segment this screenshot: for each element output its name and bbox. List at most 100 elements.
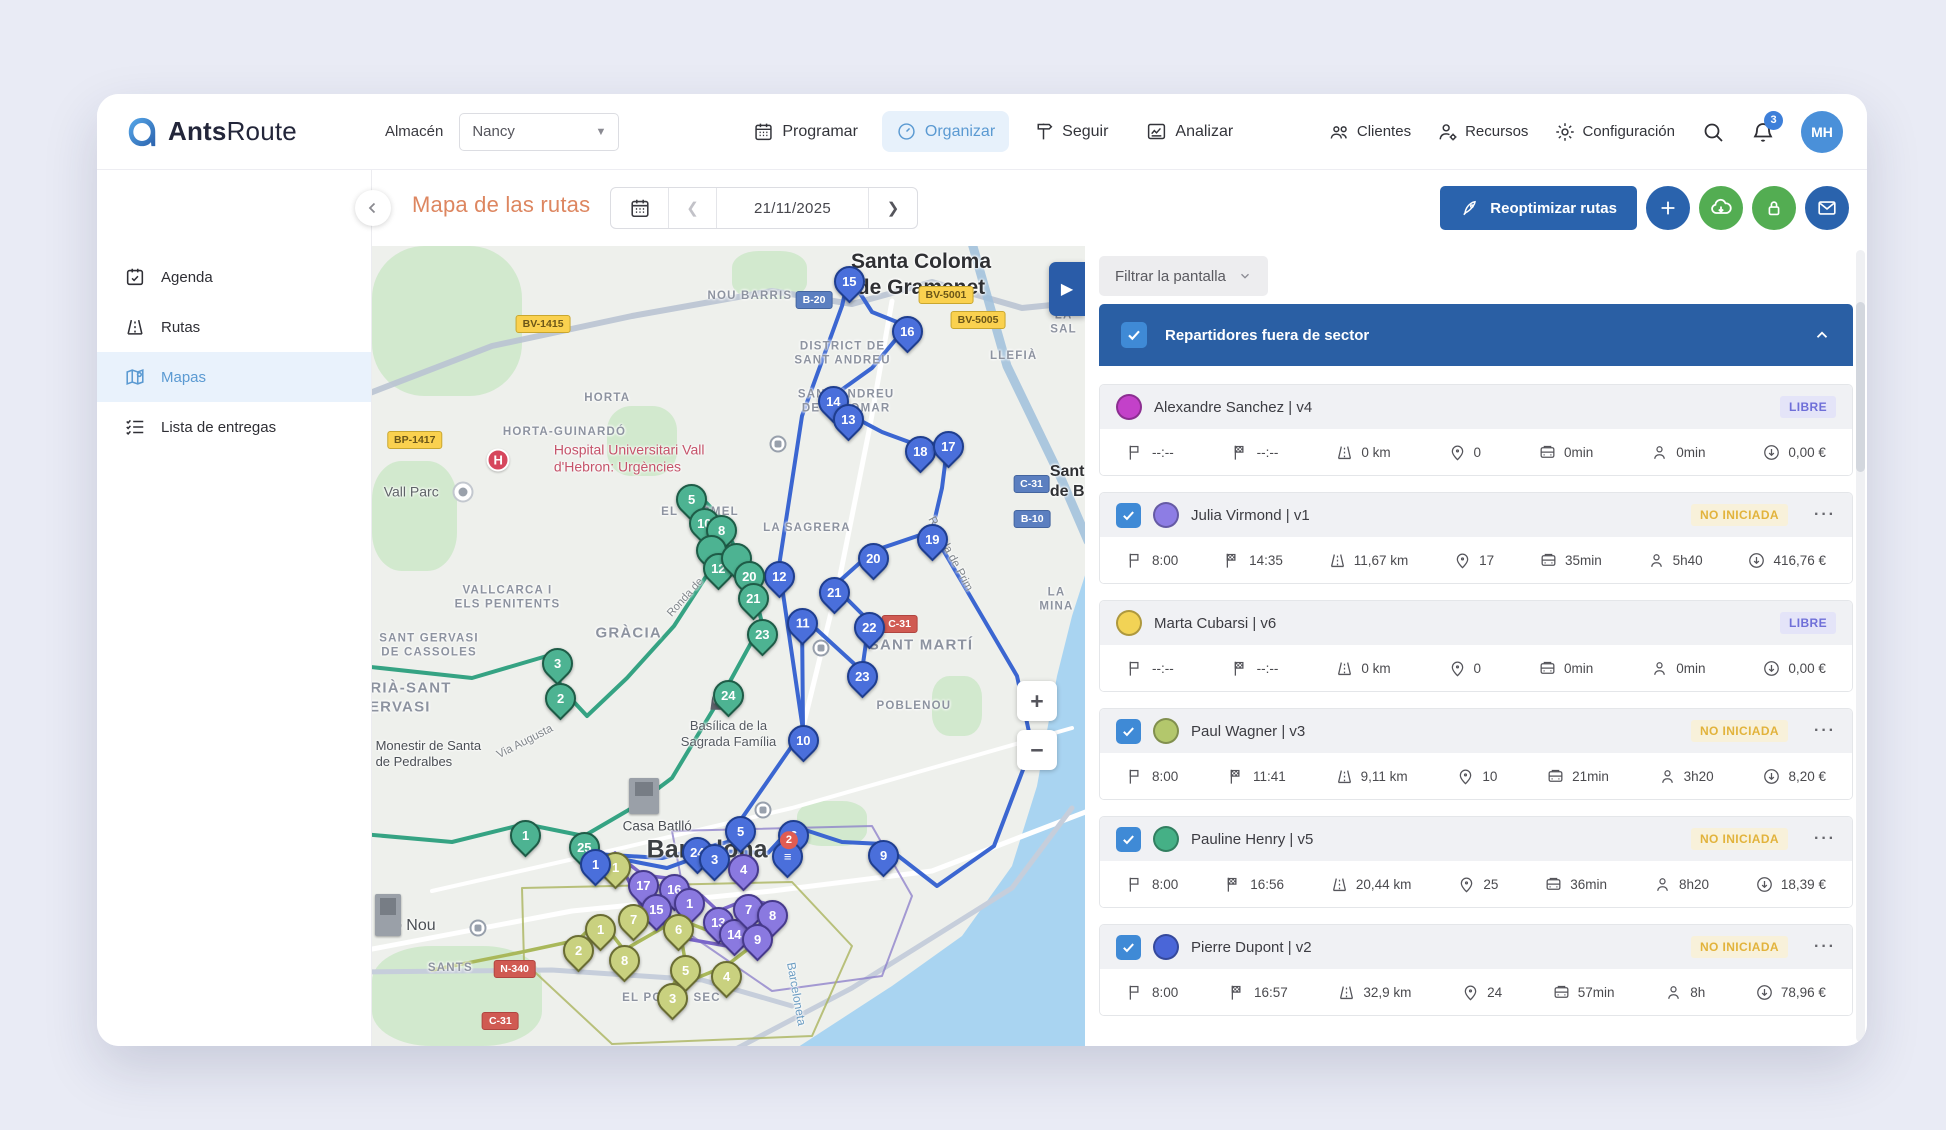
stat-cost: 8,20 € — [1762, 767, 1826, 786]
search-button[interactable] — [1701, 120, 1725, 144]
nav-item-analizar[interactable]: Analizar — [1132, 111, 1247, 152]
notifications-button[interactable]: 3 — [1751, 120, 1775, 144]
driver-color-dot — [1116, 394, 1142, 420]
nav-item-configuracion[interactable]: Configuración — [1554, 121, 1675, 143]
zoom-in-button[interactable]: + — [1017, 681, 1057, 721]
chevron-up-icon[interactable] — [1813, 326, 1831, 344]
reoptimize-routes-button[interactable]: Reoptimizar rutas — [1440, 186, 1637, 230]
cost-icon — [1762, 659, 1781, 678]
stat-stops: 24 — [1461, 983, 1502, 1002]
stat-drive-time: 57min — [1552, 983, 1615, 1002]
next-day-button[interactable]: ❯ — [869, 188, 917, 228]
stat-duration: 3h20 — [1658, 767, 1714, 786]
map-pin-icon — [1457, 875, 1476, 894]
driver-checkbox[interactable] — [1116, 503, 1141, 528]
stat-end-time: --:-- — [1231, 443, 1279, 462]
stat-stops: 17 — [1453, 551, 1494, 570]
stat-distance: 11,67 km — [1328, 551, 1409, 570]
calendar-picker-button[interactable] — [611, 188, 669, 228]
stat-start-time: 8:00 — [1126, 983, 1178, 1002]
person-icon — [1664, 983, 1683, 1002]
panel-scrollbar[interactable] — [1856, 250, 1865, 1042]
stat-distance: 20,44 km — [1330, 875, 1412, 894]
driver-card: Pauline Henry | v5 NO INICIADA ··· 8:00 … — [1099, 816, 1853, 908]
stat-distance: 0 km — [1335, 659, 1390, 678]
routes-map[interactable]: NOU BARRISDISTRICT DE SANT ANDREUSANT AN… — [372, 246, 1085, 1046]
group-checkbox[interactable] — [1121, 322, 1147, 348]
vehicle-icon — [1538, 659, 1557, 678]
group-header-repartidores[interactable]: Repartidores fuera de sector — [1099, 304, 1853, 366]
envelope-icon — [1816, 197, 1838, 219]
cost-icon — [1755, 875, 1774, 894]
driver-stats-row: 8:00 11:41 9,11 km 10 21min 3h20 8,20 € — [1100, 753, 1852, 799]
date-control: ❮ 21/11/2025 ❯ — [610, 187, 918, 229]
stat-distance: 0 km — [1335, 443, 1390, 462]
driver-name: Pierre Dupont | v2 — [1191, 939, 1312, 956]
current-date[interactable]: 21/11/2025 — [717, 188, 869, 228]
calendar-icon — [629, 197, 651, 219]
driver-card-header[interactable]: Paul Wagner | v3 NO INICIADA ··· — [1100, 709, 1852, 753]
stat-start-time: --:-- — [1126, 659, 1174, 678]
driver-status-badge: NO INICIADA — [1691, 936, 1788, 958]
zoom-out-button[interactable]: − — [1017, 730, 1057, 770]
driver-card-header[interactable]: Alexandre Sanchez | v4 LIBRE — [1100, 385, 1852, 429]
building-photo — [375, 894, 401, 936]
driver-menu-button[interactable]: ··· — [1814, 830, 1836, 848]
lock-button[interactable] — [1752, 186, 1796, 230]
nav-item-clientes[interactable]: Clientes — [1329, 121, 1411, 143]
export-button[interactable] — [1699, 186, 1743, 230]
driver-card-header[interactable]: Pierre Dupont | v2 NO INICIADA ··· — [1100, 925, 1852, 969]
warehouse-select[interactable]: Nancy ▼ — [459, 113, 619, 151]
stat-cost: 18,39 € — [1755, 875, 1826, 894]
finish-flag-icon — [1224, 875, 1243, 894]
nav-item-programar[interactable]: Programar — [739, 111, 872, 152]
stat-end-time: --:-- — [1231, 659, 1279, 678]
stat-end-time: 16:57 — [1228, 983, 1288, 1002]
filter-dropdown[interactable]: Filtrar la pantalla — [1099, 256, 1268, 296]
finish-flag-icon — [1228, 983, 1247, 1002]
stat-drive-time: 0min — [1538, 443, 1593, 462]
avatar[interactable]: MH — [1801, 111, 1843, 153]
nav-item-seguir[interactable]: Seguir — [1019, 111, 1122, 152]
train-station-icon — [813, 639, 830, 656]
sidebar-item-rutas[interactable]: Rutas — [97, 302, 371, 352]
mail-button[interactable] — [1805, 186, 1849, 230]
driver-card-header[interactable]: Marta Cubarsi | v6 LIBRE — [1100, 601, 1852, 645]
antsroute-logo[interactable]: AntsRoute — [125, 115, 297, 149]
driver-status-badge: NO INICIADA — [1691, 828, 1788, 850]
stat-stops: 0 — [1448, 659, 1482, 678]
driver-checkbox[interactable] — [1116, 935, 1141, 960]
stat-end-time: 14:35 — [1223, 551, 1283, 570]
stat-drive-time: 35min — [1539, 551, 1602, 570]
map-zoom-controls: + − — [1017, 681, 1057, 770]
previous-day-button[interactable]: ❮ — [669, 188, 717, 228]
chevron-down-icon — [1238, 269, 1252, 283]
expand-panel-button[interactable]: ▶ — [1049, 262, 1085, 316]
stat-cost: 0,00 € — [1762, 659, 1826, 678]
stat-duration: 8h — [1664, 983, 1705, 1002]
add-button[interactable] — [1646, 186, 1690, 230]
cluster-count-badge: 2 — [780, 831, 798, 849]
driver-card-header[interactable]: Pauline Henry | v5 NO INICIADA ··· — [1100, 817, 1852, 861]
map-pin-icon — [1456, 767, 1475, 786]
driver-card-header[interactable]: Julia Virmond | v1 NO INICIADA ··· — [1100, 493, 1852, 537]
agenda-icon — [124, 266, 146, 288]
vehicle-icon — [1552, 983, 1571, 1002]
start-flag-icon — [1126, 983, 1145, 1002]
driver-checkbox[interactable] — [1116, 827, 1141, 852]
driver-checkbox[interactable] — [1116, 719, 1141, 744]
driver-menu-button[interactable]: ··· — [1814, 506, 1836, 524]
map-icon — [124, 366, 146, 388]
collapse-sidebar-button[interactable] — [355, 190, 391, 226]
page-title: Mapa de las rutas — [412, 192, 590, 218]
nav-item-organizar[interactable]: Organizar — [882, 111, 1009, 152]
check-icon — [1121, 940, 1136, 955]
sidebar-item-agenda[interactable]: Agenda — [97, 252, 371, 302]
person-icon — [1647, 551, 1666, 570]
sidebar-item-lista-de-entregas[interactable]: Lista de entregas — [97, 402, 371, 452]
search-icon — [1701, 120, 1725, 144]
sidebar-item-mapas[interactable]: Mapas — [97, 352, 371, 402]
nav-item-recursos[interactable]: Recursos — [1437, 121, 1528, 143]
driver-menu-button[interactable]: ··· — [1814, 722, 1836, 740]
driver-menu-button[interactable]: ··· — [1814, 938, 1836, 956]
